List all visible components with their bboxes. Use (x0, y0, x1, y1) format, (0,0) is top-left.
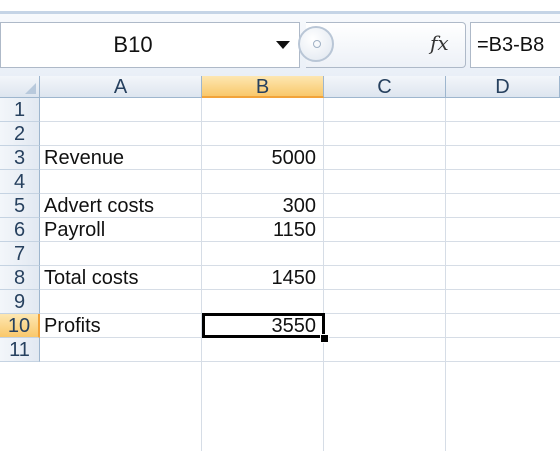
row-header-5[interactable]: 5 (0, 194, 40, 218)
column-header-d[interactable]: D (446, 76, 560, 98)
column-header-a[interactable]: A (40, 76, 202, 98)
formula-tools: fx (298, 22, 466, 68)
row-header-6[interactable]: 6 (0, 218, 40, 242)
select-all-triangle-icon[interactable] (0, 76, 40, 98)
dropdown-arrow-icon[interactable] (269, 33, 297, 57)
cell-b6[interactable]: 1150 (202, 218, 320, 242)
cell-b5[interactable]: 300 (202, 194, 320, 218)
gridline-vertical (323, 98, 324, 451)
cell-b1[interactable] (202, 98, 320, 122)
worksheet-grid[interactable]: A B C D 1 2 3 Revenue 5000 4 5 Advert costs 300 6… (0, 76, 560, 451)
name-box-value: B10 (113, 32, 153, 57)
row-header-11[interactable]: 11 (0, 338, 40, 362)
selected-cell-border (202, 313, 325, 338)
gridline-vertical (445, 98, 446, 451)
formula-input[interactable]: =B3-B8 (470, 22, 560, 68)
row-header-1[interactable]: 1 (0, 98, 40, 122)
cell-b3[interactable]: 5000 (202, 146, 320, 170)
cell-b9[interactable] (202, 290, 320, 314)
formula-bar: B10 fx =B3-B8 (0, 14, 560, 77)
row-header-2[interactable]: 2 (0, 122, 40, 146)
insert-function-icon[interactable]: fx (430, 31, 449, 55)
column-header-b[interactable]: B (202, 76, 324, 98)
cell-b2[interactable] (202, 122, 320, 146)
row-header-9[interactable]: 9 (0, 290, 40, 314)
cell-a6[interactable]: Payroll (44, 218, 105, 242)
row-header-10[interactable]: 10 (0, 314, 40, 338)
row-header-8[interactable]: 8 (0, 266, 40, 290)
name-box[interactable]: B10 (0, 22, 300, 68)
cell-b11[interactable] (202, 338, 320, 362)
cell-b4[interactable] (202, 170, 320, 194)
formula-bar-resize-handle[interactable] (298, 26, 334, 62)
row-header-3[interactable]: 3 (0, 146, 40, 170)
cell-a5[interactable]: Advert costs (44, 194, 154, 218)
cell-a3[interactable]: Revenue (44, 146, 124, 170)
cell-a8[interactable]: Total costs (44, 266, 138, 290)
cell-a10[interactable]: Profits (44, 314, 101, 338)
column-header-c[interactable]: C (324, 76, 446, 98)
cell-b7[interactable] (202, 242, 320, 266)
cell-b8[interactable]: 1450 (202, 266, 320, 290)
row-header-4[interactable]: 4 (0, 170, 40, 194)
row-header-7[interactable]: 7 (0, 242, 40, 266)
fill-handle[interactable] (320, 334, 329, 343)
column-header-row: A B C D (0, 76, 560, 98)
